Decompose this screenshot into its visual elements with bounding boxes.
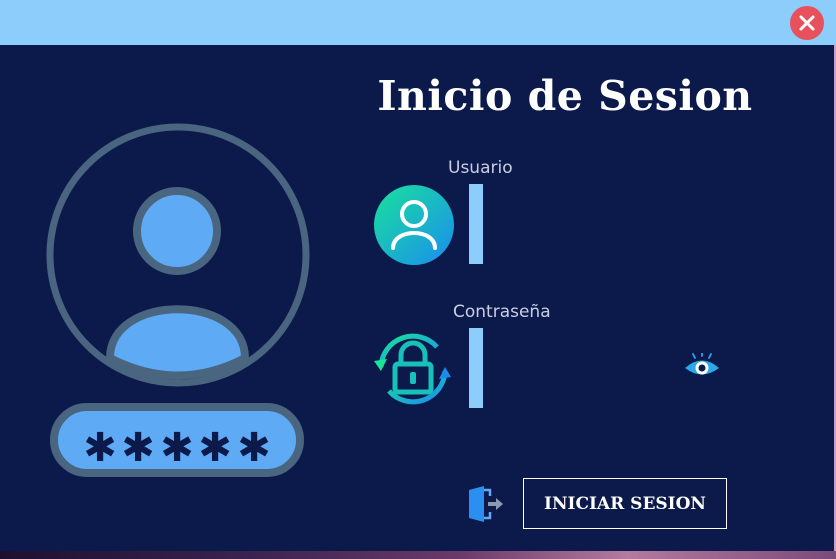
title-bar [0, 0, 836, 45]
svg-text:✱: ✱ [121, 425, 155, 471]
password-label: Contraseña [453, 302, 551, 322]
eye-icon[interactable] [683, 353, 721, 379]
close-icon [799, 15, 815, 31]
svg-text:✱: ✱ [83, 425, 117, 471]
username-input[interactable] [490, 210, 794, 242]
password-field-accent [469, 328, 483, 408]
user-icon [374, 185, 454, 265]
username-label: Usuario [448, 158, 513, 178]
password-mask: ✱ ✱ ✱ ✱ ✱ [83, 425, 271, 471]
login-button[interactable]: INICIAR SESION [523, 478, 727, 529]
password-input[interactable] [490, 353, 674, 385]
username-field-accent [469, 184, 483, 264]
page-title: Inicio de Sesion [377, 72, 753, 120]
avatar-illustration: ✱ ✱ ✱ ✱ ✱ [46, 123, 310, 477]
close-button[interactable] [790, 6, 824, 40]
svg-text:✱: ✱ [160, 425, 194, 471]
svg-text:✱: ✱ [198, 425, 232, 471]
exit-door-icon [469, 486, 503, 522]
desktop-background-strip [0, 551, 836, 559]
lock-icon [374, 333, 451, 405]
svg-text:✱: ✱ [237, 425, 271, 471]
